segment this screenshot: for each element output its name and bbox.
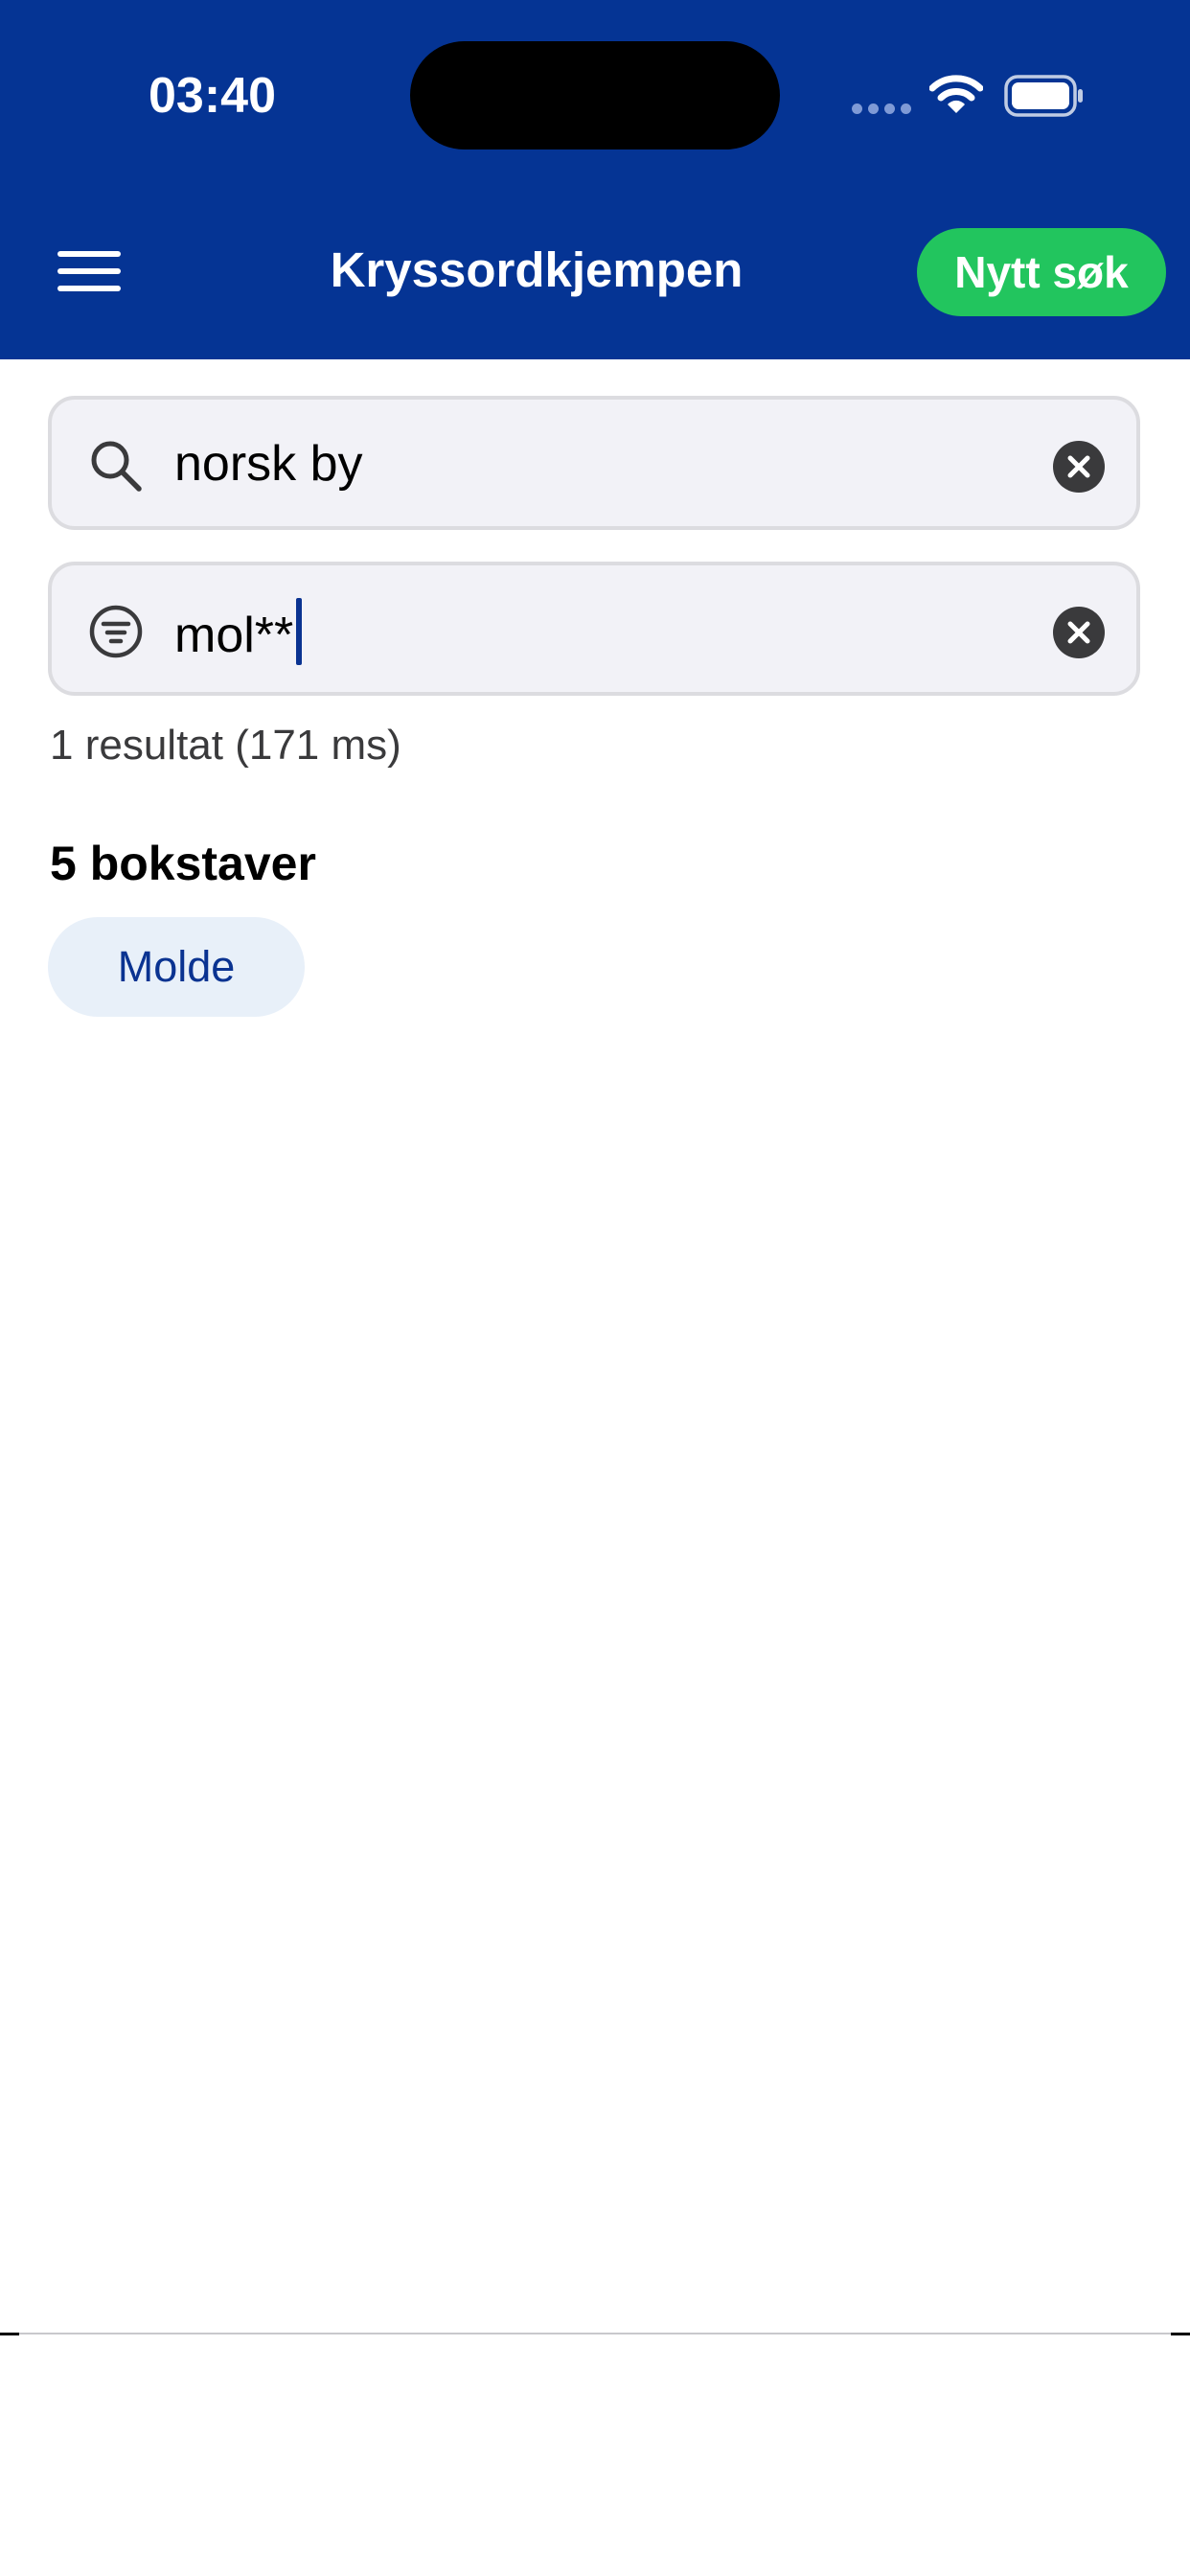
- bottom-divider: [0, 2333, 1190, 2334]
- divider-mark-right: [1171, 2333, 1190, 2335]
- app-title: Kryssordkjempen: [330, 242, 744, 297]
- status-bar-time: 03:40: [149, 68, 276, 124]
- filter-field[interactable]: mol**: [48, 562, 1140, 696]
- hamburger-menu-icon[interactable]: [57, 251, 121, 291]
- search-input[interactable]: norsk by: [174, 432, 363, 495]
- dynamic-island: [410, 41, 780, 150]
- result-summary: 1 resultat (171 ms): [50, 722, 401, 769]
- clear-search-icon[interactable]: [1053, 441, 1105, 493]
- signal-dots-icon: [852, 104, 911, 115]
- search-field[interactable]: norsk by: [48, 396, 1140, 530]
- text-caret: [296, 598, 303, 665]
- new-search-button[interactable]: Nytt søk: [917, 228, 1166, 316]
- search-icon: [91, 441, 142, 492]
- divider-mark-left: [0, 2333, 19, 2335]
- filter-icon: [89, 605, 143, 658]
- result-group-heading: 5 bokstaver: [50, 837, 316, 890]
- app-header: 03:40 Kryssordkjempen Nytt søk: [0, 0, 1190, 359]
- result-word-chip[interactable]: Molde: [48, 917, 305, 1017]
- wifi-icon: [929, 75, 983, 113]
- clear-filter-icon[interactable]: [1053, 607, 1105, 658]
- battery-icon: [1004, 75, 1083, 117]
- filter-input-wrapper[interactable]: mol**: [174, 598, 303, 667]
- filter-input[interactable]: mol**: [174, 608, 293, 663]
